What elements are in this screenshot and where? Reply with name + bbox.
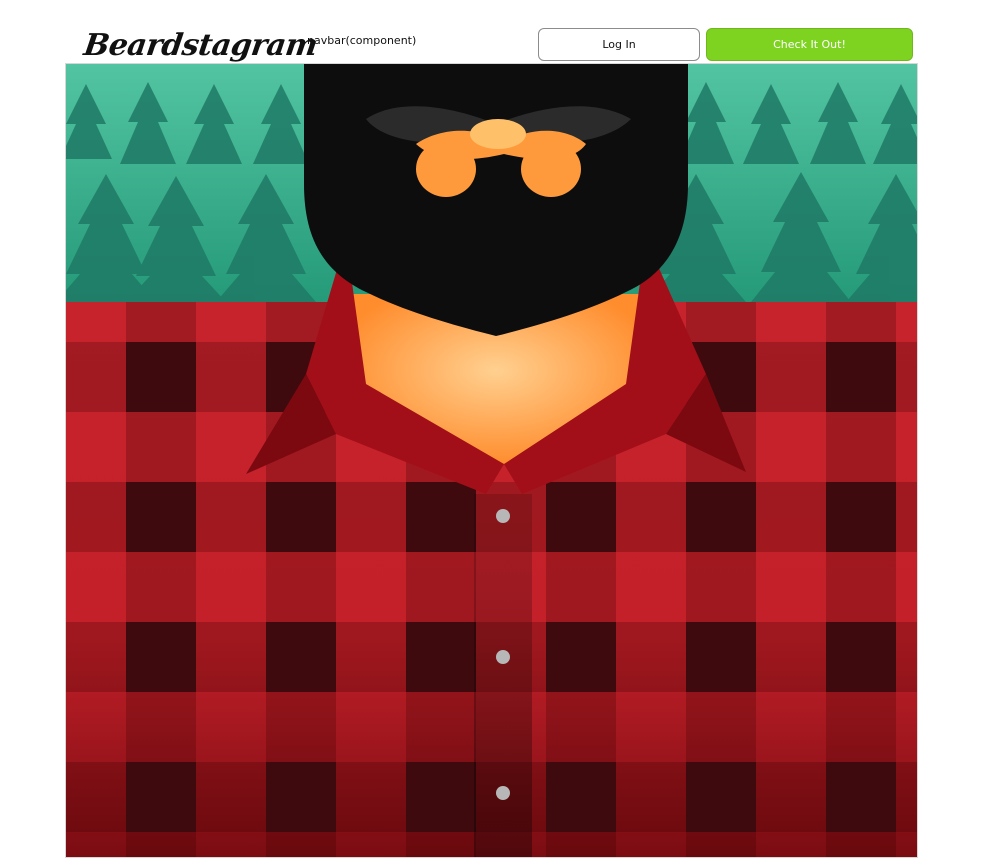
hero-image <box>65 63 918 858</box>
chin-right <box>521 141 581 197</box>
shirt-placket <box>474 494 532 857</box>
shirt-button <box>496 650 510 664</box>
check-it-out-button[interactable]: Check It Out! <box>706 28 913 61</box>
login-button[interactable]: Log In <box>538 28 700 61</box>
shirt-button <box>496 509 510 523</box>
chin-left <box>416 141 476 197</box>
navbar-component-label: navbar(component) <box>307 34 417 47</box>
shirt-button <box>496 786 510 800</box>
lumberjack-illustration <box>66 64 917 857</box>
